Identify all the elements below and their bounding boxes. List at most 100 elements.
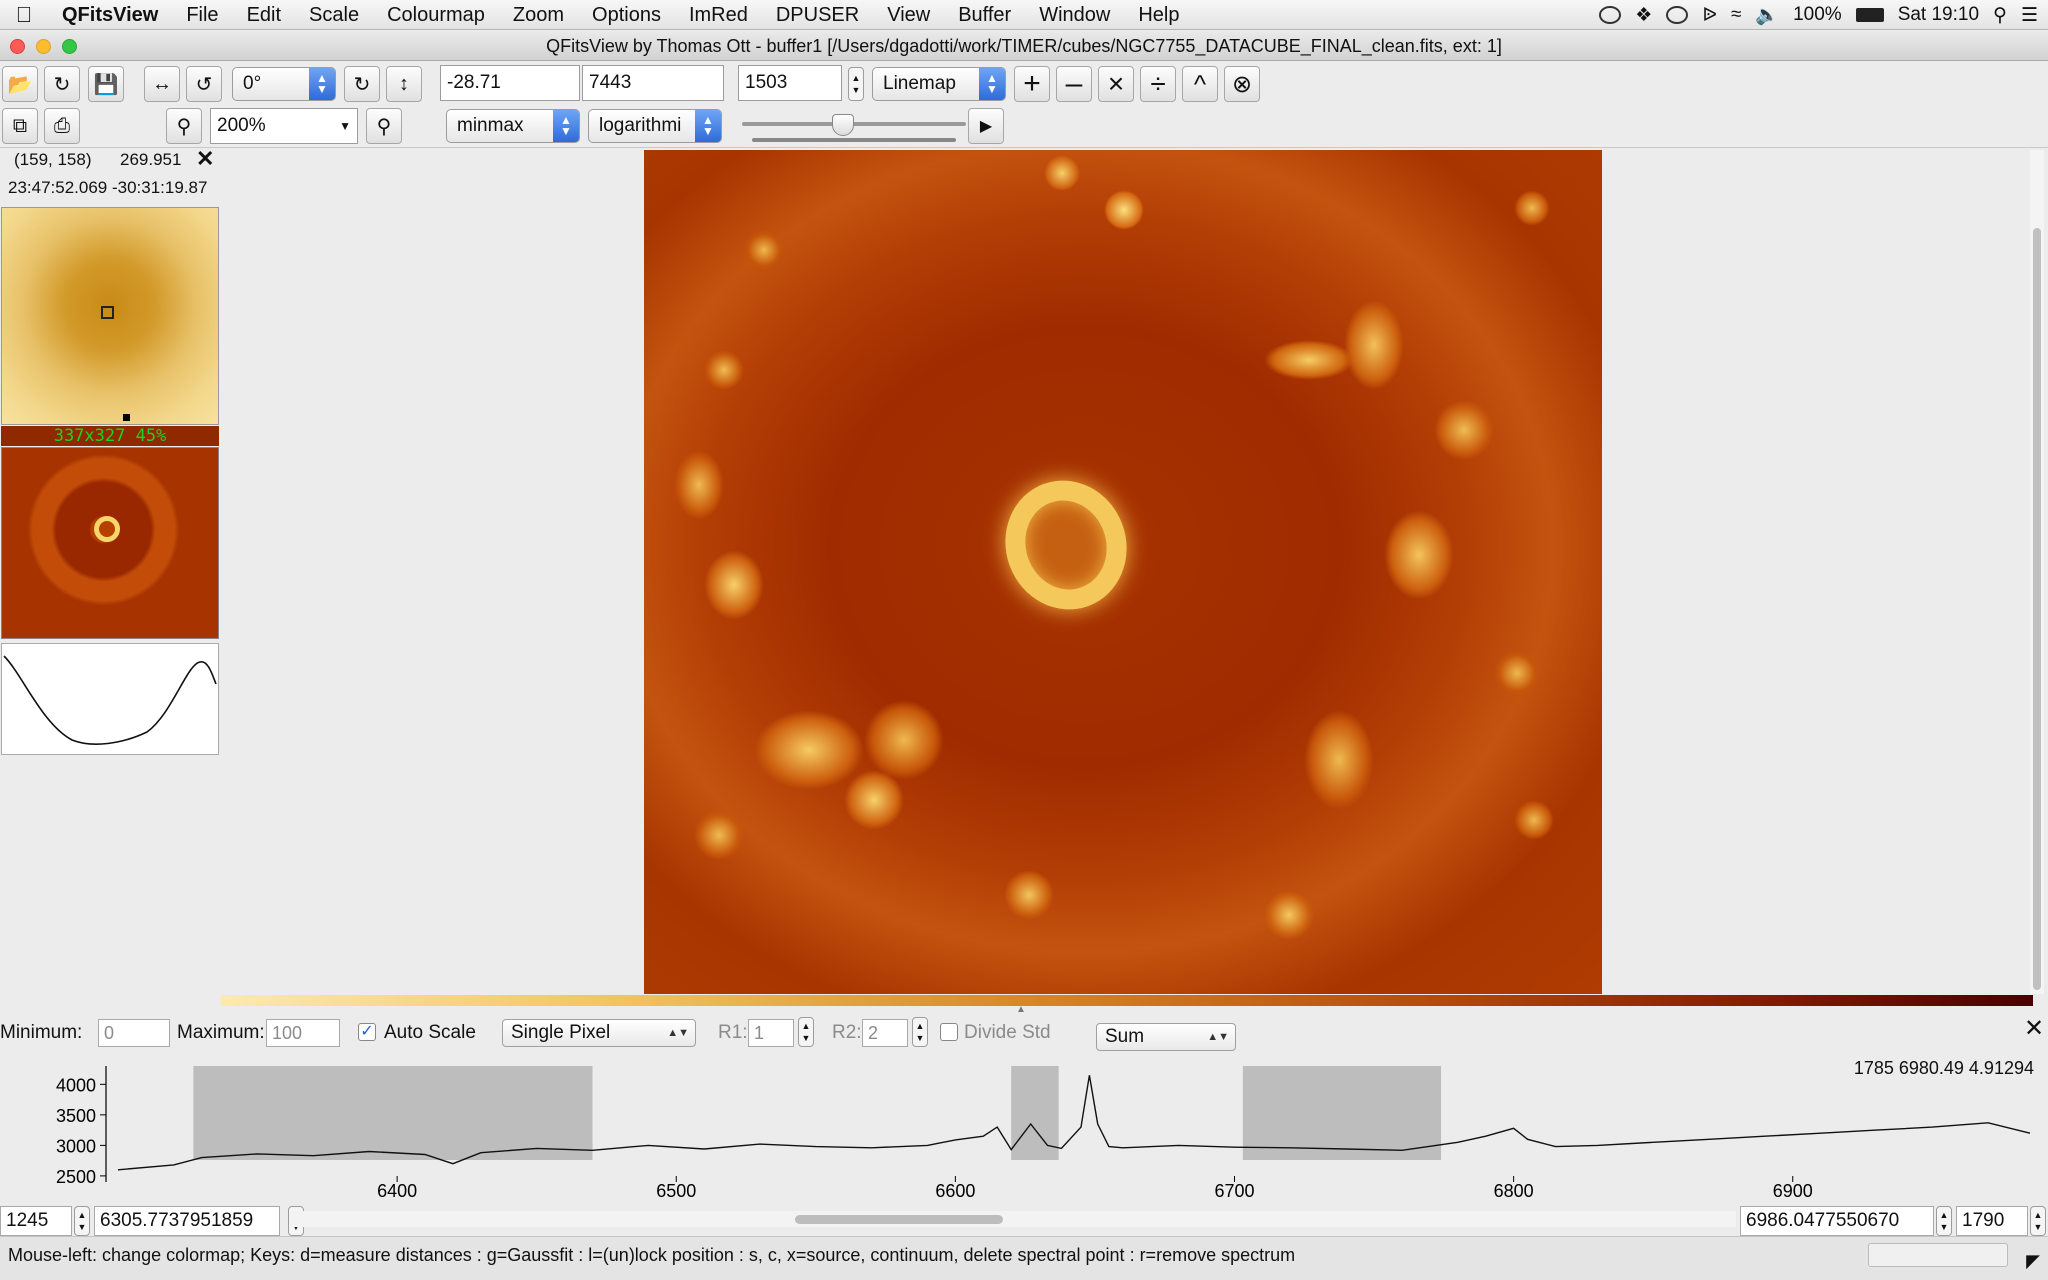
- scale-type-select[interactable]: logarithmi ▲ ▼: [588, 109, 722, 143]
- spectrum-scrollbar-thumb[interactable]: [795, 1215, 1003, 1224]
- menu-colourmap[interactable]: Colourmap: [373, 0, 499, 30]
- star-cluster: [674, 450, 724, 520]
- extraction-mode-value: Single Pixel: [511, 1022, 611, 1043]
- end-wavelength-stepper[interactable]: ▲ ▼: [1936, 1206, 1952, 1236]
- star-cluster: [1384, 510, 1454, 600]
- auto-scale-checkbox[interactable]: ✓: [358, 1023, 376, 1041]
- y-tick-label: 4000: [56, 1075, 96, 1095]
- vertical-scrollbar-thumb[interactable]: [2033, 228, 2041, 990]
- close-icon[interactable]: ✕: [196, 146, 214, 172]
- minimize-window-button[interactable]: [36, 39, 51, 54]
- menu-help[interactable]: Help: [1124, 0, 1193, 30]
- menu-edit[interactable]: Edit: [233, 0, 295, 30]
- divide-std-checkbox[interactable]: [940, 1023, 958, 1041]
- resize-grip-icon[interactable]: ◤: [2026, 1243, 2040, 1279]
- mode-select[interactable]: Linemap ▲ ▼: [872, 67, 1006, 101]
- end-channel-input[interactable]: 1790: [1956, 1206, 2028, 1236]
- apple-menu-icon[interactable]: : [0, 2, 48, 28]
- end-wavelength-input[interactable]: 6986.0477550670: [1740, 1206, 1934, 1236]
- channel-input[interactable]: 1503: [738, 65, 842, 101]
- cancel-operation-icon[interactable]: ⊗: [1224, 66, 1260, 102]
- sync-icon[interactable]: [1666, 6, 1689, 24]
- menu-app-name[interactable]: QFitsView: [48, 0, 172, 30]
- r1-stepper[interactable]: ▲ ▼: [798, 1017, 814, 1047]
- save-icon[interactable]: 💾: [88, 66, 124, 102]
- menu-window[interactable]: Window: [1025, 0, 1124, 30]
- rotate-left-icon[interactable]: ↺: [186, 66, 222, 102]
- thumbnail-ring: [94, 516, 120, 542]
- minimum-input[interactable]: 0: [98, 1019, 170, 1047]
- r2-input[interactable]: 2: [862, 1019, 908, 1047]
- r1-input[interactable]: 1: [748, 1019, 794, 1047]
- zoom-input[interactable]: 200% ▼: [210, 108, 358, 144]
- copy-icon[interactable]: ⧉: [2, 108, 38, 144]
- zoom-out-icon[interactable]: ⚲: [166, 108, 202, 144]
- multiply-icon[interactable]: ×: [1098, 66, 1134, 102]
- extraction-mode-select[interactable]: Single Pixel ▲▼: [502, 1019, 696, 1047]
- y-axis-ticks: 4000 3500 3000 2500: [56, 1075, 106, 1187]
- fits-image-canvas[interactable]: [644, 150, 1602, 994]
- star-cluster: [1434, 400, 1494, 460]
- notification-icon[interactable]: [1599, 6, 1622, 24]
- divide-icon[interactable]: ÷: [1140, 66, 1176, 102]
- maximum-input[interactable]: 100: [266, 1019, 340, 1047]
- continuum-region[interactable]: [193, 1066, 593, 1160]
- r2-stepper[interactable]: ▲ ▼: [912, 1017, 928, 1047]
- spectrum-scrollbar[interactable]: [290, 1211, 1736, 1227]
- clock[interactable]: Sat 19:10: [1898, 4, 1979, 26]
- star-cluster: [694, 810, 744, 860]
- menu-imred[interactable]: ImRed: [675, 0, 762, 30]
- start-channel-input[interactable]: 1245: [0, 1206, 72, 1236]
- close-window-button[interactable]: [10, 39, 25, 54]
- menu-dpuser[interactable]: DPUSER: [762, 0, 873, 30]
- splitter-handle[interactable]: ▲: [1016, 1004, 1026, 1015]
- cut-profile-line: [3, 655, 217, 745]
- brightness-slider-track[interactable]: [742, 122, 966, 126]
- scale-method-select[interactable]: minmax ▲ ▼: [446, 109, 580, 143]
- window-title: QFitsView by Thomas Ott - buffer1 [/User…: [546, 36, 1502, 56]
- start-channel-stepper[interactable]: ▲ ▼: [74, 1206, 90, 1236]
- volume-icon[interactable]: 🔈: [1755, 3, 1779, 27]
- spotlight-search-icon[interactable]: ⚲: [1993, 4, 2007, 27]
- rotation-value: 0°: [243, 73, 262, 94]
- play-icon[interactable]: ▶: [968, 108, 1004, 144]
- battery-percent[interactable]: 100%: [1793, 4, 1842, 26]
- close-spectrum-icon[interactable]: ✕: [2024, 1014, 2044, 1043]
- wifi-icon[interactable]: ≈: [1731, 4, 1741, 26]
- continuum-region[interactable]: [1242, 1066, 1442, 1160]
- dropbox-icon[interactable]: ❖: [1635, 4, 1652, 27]
- range-min-input[interactable]: -28.71: [440, 65, 580, 101]
- end-channel-stepper[interactable]: ▲ ▼: [2030, 1206, 2046, 1236]
- rotation-select[interactable]: 0° ▲ ▼: [232, 67, 336, 101]
- brightness-slider-handle[interactable]: [832, 114, 854, 136]
- rotate-right-icon[interactable]: ↻: [344, 66, 380, 102]
- print-icon[interactable]: ⎙: [44, 108, 80, 144]
- thumbnail-overview[interactable]: [1, 447, 219, 639]
- menu-buffer[interactable]: Buffer: [944, 0, 1025, 30]
- menu-file[interactable]: File: [172, 0, 232, 30]
- menu-options[interactable]: Options: [578, 0, 675, 30]
- zoom-window-button[interactable]: [62, 39, 77, 54]
- start-wavelength-input[interactable]: 6305.7737951859: [94, 1206, 280, 1236]
- subtract-icon[interactable]: –: [1056, 66, 1092, 102]
- colormap-bar[interactable]: [221, 995, 2033, 1006]
- bluetooth-icon[interactable]: ᐉ: [1702, 4, 1717, 27]
- channel-stepper[interactable]: ▲ ▼: [848, 67, 864, 101]
- slider-progress-bar: [752, 138, 956, 142]
- menu-zoom[interactable]: Zoom: [499, 0, 578, 30]
- open-file-icon[interactable]: 📂: [2, 66, 38, 102]
- notification-center-icon[interactable]: ☰: [2021, 4, 2038, 27]
- flip-horizontal-icon[interactable]: ↔: [144, 66, 180, 102]
- spectrum-plot[interactable]: 4000 3500 3000 2500 6400 6500 6600 6700 6800 690…: [0, 1058, 2048, 1218]
- power-icon[interactable]: ^: [1182, 66, 1218, 102]
- flip-vertical-icon[interactable]: ↕: [386, 66, 422, 102]
- menu-scale[interactable]: Scale: [295, 0, 373, 30]
- range-max-input[interactable]: 7443: [582, 65, 724, 101]
- zoom-in-icon[interactable]: ⚲: [366, 108, 402, 144]
- reload-icon[interactable]: ↻: [44, 66, 80, 102]
- star-cluster: [704, 550, 764, 620]
- menu-bar:  QFitsView File Edit Scale Colourmap Zo…: [0, 0, 2048, 30]
- menu-view[interactable]: View: [873, 0, 944, 30]
- combine-method-select[interactable]: Sum ▲▼: [1096, 1023, 1236, 1051]
- add-icon[interactable]: +: [1014, 66, 1050, 102]
